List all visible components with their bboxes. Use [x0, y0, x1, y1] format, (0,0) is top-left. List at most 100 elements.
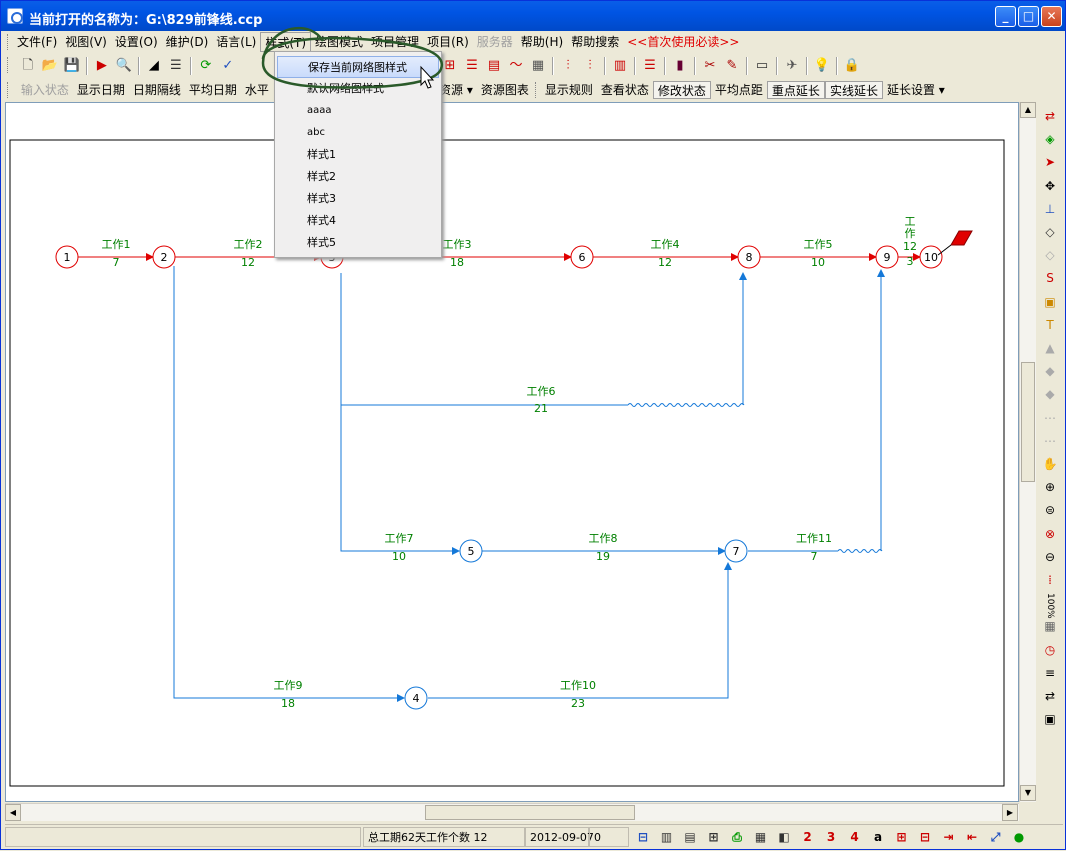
export-icon[interactable]: ▶ [92, 56, 112, 76]
menu-item-2[interactable]: 设置(O) [111, 32, 162, 52]
tb2r-button-4[interactable]: 查看状态 [597, 81, 653, 99]
style-menu-item-2[interactable]: aaaa [277, 100, 439, 122]
style-menu-item-8[interactable]: 样式5 [277, 232, 439, 254]
move-right-icon[interactable]: ⇥ [939, 827, 959, 847]
tb2-button-1[interactable]: 显示日期 [73, 81, 129, 99]
new-icon[interactable]: 🗋 [18, 56, 38, 76]
scroll-up-icon[interactable]: ▲ [1020, 102, 1036, 118]
text-icon[interactable]: T [1040, 315, 1060, 335]
tools-icon[interactable]: ✂ [700, 56, 720, 76]
gantt-icon[interactable]: ☰ [640, 56, 660, 76]
dash2-icon[interactable]: ⋯ [1040, 431, 1060, 451]
mode-2-icon[interactable]: 2 [798, 827, 818, 847]
eraser2-icon[interactable]: ◇ [1040, 245, 1060, 265]
style-menu-item-4[interactable]: 样式1 [277, 144, 439, 166]
hand-icon[interactable]: ✋ [1040, 454, 1060, 474]
tb2-button-3[interactable]: 平均日期 [185, 81, 241, 99]
style-menu-item-6[interactable]: 样式3 [277, 188, 439, 210]
menu-item-7[interactable]: 项目管理 [367, 32, 423, 52]
layer-icon[interactable]: ◆ [1040, 361, 1060, 381]
set-icon[interactable]: S [1040, 268, 1060, 288]
vertical-scrollbar[interactable]: ▲ ▼ [1019, 102, 1036, 802]
menu-item-1[interactable]: 视图(V) [61, 32, 111, 52]
menu-grip[interactable] [7, 34, 10, 50]
tb2r-grip-2[interactable] [534, 82, 538, 98]
globe-icon[interactable]: ● [1009, 827, 1029, 847]
view-gantt-icon[interactable]: ▥ [657, 827, 677, 847]
tb2r-button-1[interactable]: 资源图表 [477, 81, 533, 99]
printer-icon[interactable]: ⎙ [727, 827, 747, 847]
split-icon[interactable]: ⫶ [558, 56, 578, 76]
move-icon[interactable]: ✥ [1040, 176, 1060, 196]
indent-icon[interactable]: ☰ [166, 56, 186, 76]
fit-icon[interactable]: ⤢ [986, 827, 1006, 847]
building-icon[interactable]: ▦ [528, 56, 548, 76]
menu-item-4[interactable]: 语言(L) [212, 32, 260, 52]
horizontal-scrollbar[interactable]: ◀ ▶ [5, 803, 1019, 821]
plane-icon[interactable]: ✈ [782, 56, 802, 76]
box-icon[interactable]: ▤ [484, 56, 504, 76]
align-v-icon[interactable]: ⊟ [915, 827, 935, 847]
refresh-icon[interactable]: ⟳ [196, 56, 216, 76]
toolbar-grip[interactable] [7, 57, 10, 73]
style-menu-item-0[interactable]: 保存当前网络图样式 [277, 56, 439, 78]
grid-icon[interactable]: ⊞ [440, 56, 460, 76]
vertical-scroll-thumb[interactable] [1021, 362, 1035, 482]
panel-icon[interactable]: ◧ [774, 827, 794, 847]
network-diagram-canvas[interactable]: 12345678910 工作17工作212工作318工作412工作510工作12… [5, 102, 1019, 802]
mode-3-icon[interactable]: 3 [821, 827, 841, 847]
books-icon[interactable]: ▮ [670, 56, 690, 76]
view-network-icon[interactable]: ⊟ [633, 827, 653, 847]
menu-item-8[interactable]: 项目(R) [423, 32, 473, 52]
eraser-icon[interactable]: ◇ [1040, 222, 1060, 242]
split2-icon[interactable]: ⫶ [580, 56, 600, 76]
layer-down-icon[interactable]: ◆ [1040, 384, 1060, 404]
film-icon[interactable]: ▭ [752, 56, 772, 76]
swap-icon[interactable]: ⇄ [1040, 686, 1060, 706]
clock-icon[interactable]: ◷ [1040, 640, 1060, 660]
calendar2-icon[interactable]: ▦ [751, 827, 771, 847]
tb2r-button-5[interactable]: 修改状态 [652, 81, 711, 99]
curve-icon[interactable]: 〜 [506, 56, 526, 76]
triangle-icon[interactable]: ◢ [144, 56, 164, 76]
style-menu-item-7[interactable]: 样式4 [277, 210, 439, 232]
mode-a-icon[interactable]: a [868, 827, 888, 847]
tb2r-button-7[interactable]: 重点延长 [766, 81, 825, 99]
tb2r-button-8[interactable]: 实线延长 [824, 81, 883, 99]
tb2r-button-9[interactable]: 延长设置 ▾ [883, 81, 949, 99]
align-icon[interactable]: ☰ [462, 56, 482, 76]
close-button[interactable]: ✕ [1041, 6, 1062, 27]
title-bar[interactable]: 当前打开的名称为：G:\829前锋线.ccp _ □ ✕ [1, 1, 1065, 31]
maximize-button[interactable]: □ [1018, 6, 1039, 27]
menu-item-6[interactable]: 绘图模式 [311, 32, 367, 52]
hi-icon[interactable]: ▣ [1040, 292, 1060, 312]
view-table-icon[interactable]: ▤ [680, 827, 700, 847]
bulb-icon[interactable]: 💡 [812, 56, 832, 76]
scroll-right-icon[interactable]: ▶ [1002, 804, 1018, 821]
minimize-button[interactable]: _ [995, 6, 1016, 27]
mode-4-icon[interactable]: 4 [845, 827, 865, 847]
bracket-icon[interactable]: ⁞ [1040, 570, 1060, 590]
tb2r-button-6[interactable]: 平均点距 [711, 81, 767, 99]
layer-up-icon[interactable]: ▲ [1040, 338, 1060, 358]
menu-item-3[interactable]: 维护(D) [162, 32, 213, 52]
style-menu-item-3[interactable]: abc [277, 122, 439, 144]
horizontal-scroll-thumb[interactable] [425, 805, 635, 820]
calendar-icon[interactable]: ▦ [1040, 616, 1060, 636]
link-icon[interactable]: ⇄ [1040, 106, 1060, 126]
select-arrow-icon[interactable]: ➤ [1040, 152, 1060, 172]
align-h-icon[interactable]: ⊞ [892, 827, 912, 847]
node-icon[interactable]: ⊥ [1040, 199, 1060, 219]
zoom-100-icon[interactable]: 100% [1040, 593, 1060, 619]
menu-item-5[interactable]: 样式(T) [260, 32, 312, 52]
print-preview-icon[interactable]: 🔍 [114, 56, 134, 76]
style-menu-item-1[interactable]: 默认网络图样式 [277, 78, 439, 100]
palette-icon[interactable]: ◈ [1040, 129, 1060, 149]
move-left-icon[interactable]: ⇤ [962, 827, 982, 847]
menu-item-11[interactable]: 帮助搜索 [567, 32, 623, 52]
menu-item-12[interactable]: <<首次使用必读>> [623, 32, 743, 52]
lock-icon[interactable]: 🔒 [842, 56, 862, 76]
open-icon[interactable]: 📂 [40, 56, 60, 76]
save-icon[interactable]: 💾 [62, 56, 82, 76]
zoom-out-icon[interactable]: ⊖ [1040, 547, 1060, 567]
